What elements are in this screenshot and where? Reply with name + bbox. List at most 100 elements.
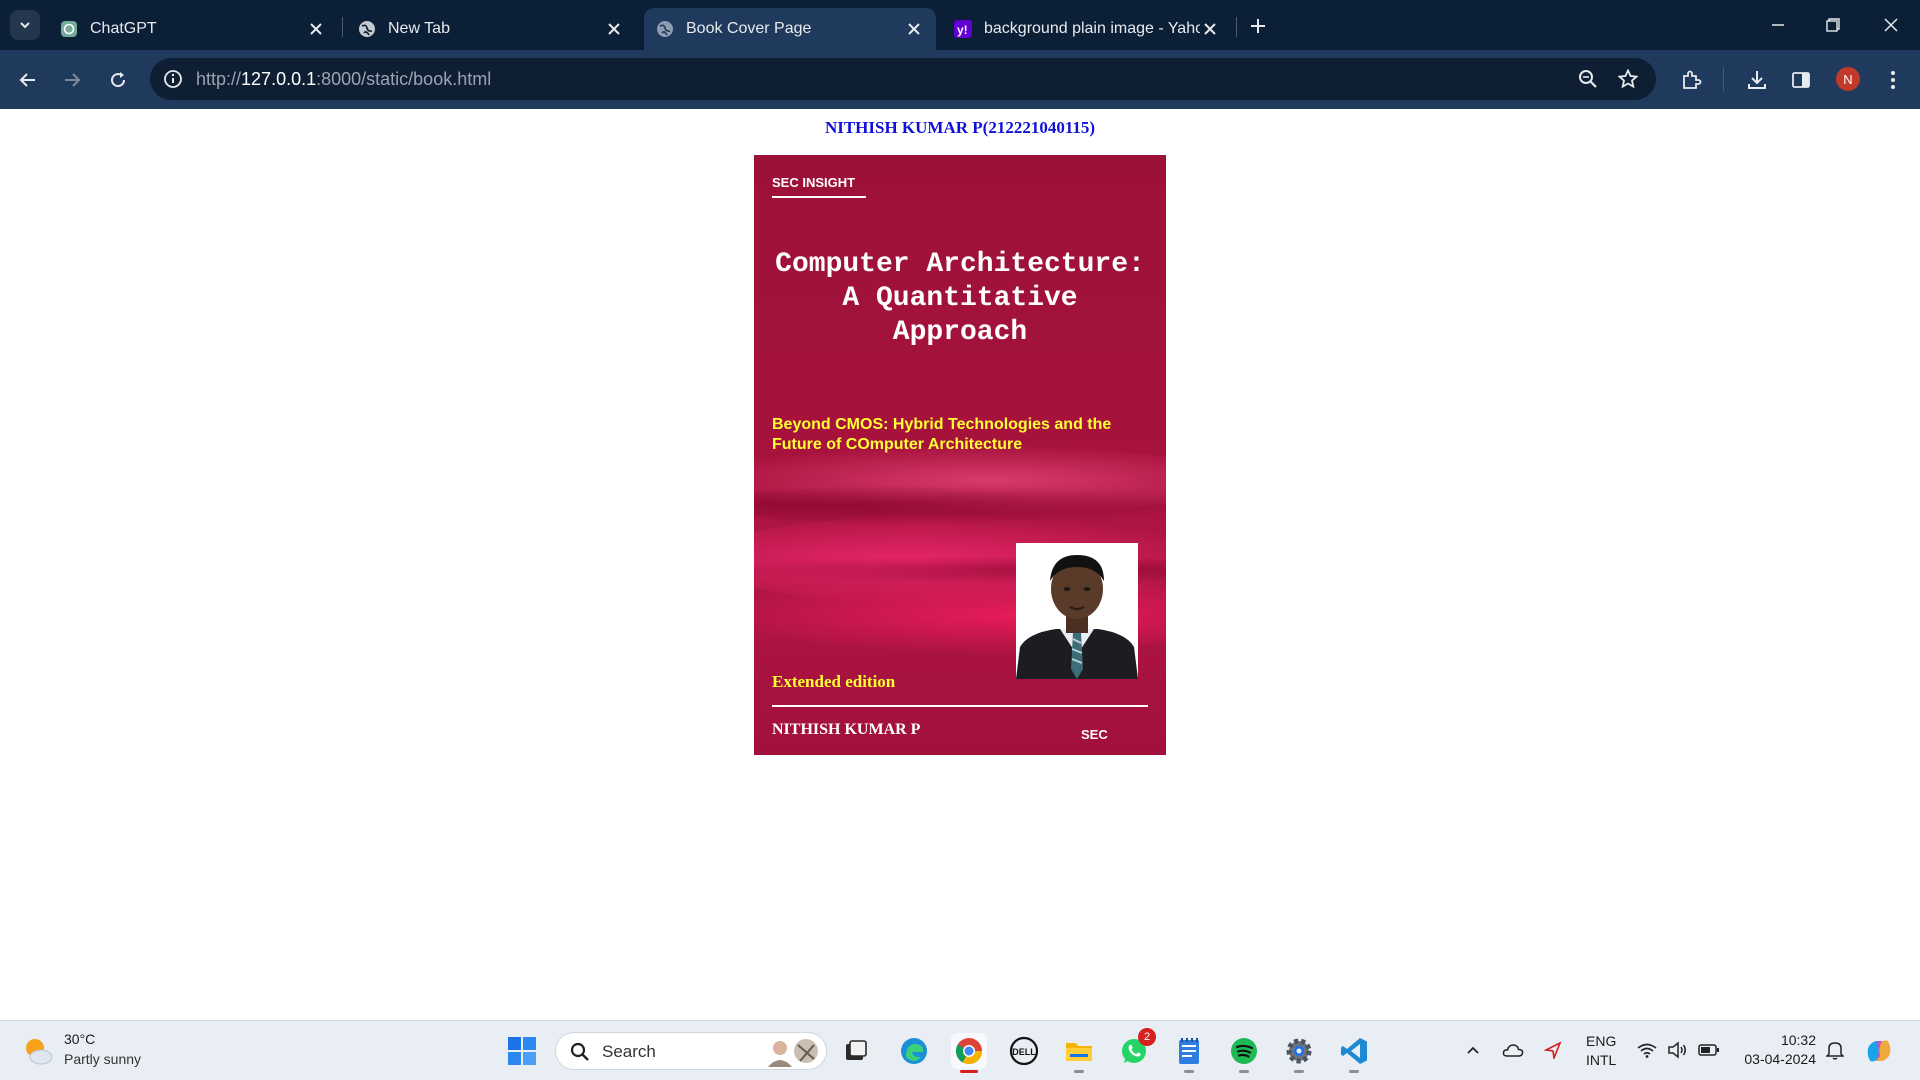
running-app-indicator <box>1184 1070 1194 1073</box>
arrow-right-icon <box>65 73 81 87</box>
download-icon[interactable] <box>1744 67 1770 93</box>
back-button[interactable] <box>12 64 44 96</box>
address-bar[interactable]: http://127.0.0.1:8000/static/book.html <box>150 58 1656 100</box>
close-icon[interactable] <box>904 19 924 39</box>
weather-partly-sunny-icon[interactable] <box>22 1035 54 1067</box>
chatgpt-icon <box>60 20 78 38</box>
search-highlight-image <box>768 1039 818 1067</box>
tab-search-button[interactable] <box>10 10 40 40</box>
spotify-icon <box>1231 1038 1257 1064</box>
chrome-icon <box>955 1038 983 1065</box>
tab-new-tab[interactable]: New Tab <box>346 8 636 50</box>
battery-icon[interactable] <box>1698 1039 1720 1061</box>
tab-separator <box>1236 17 1237 37</box>
reload-button[interactable] <box>102 64 134 96</box>
restore-button[interactable] <box>1813 10 1853 40</box>
cover-divider <box>772 705 1148 707</box>
weather-temperature[interactable]: 30°C <box>64 1031 95 1047</box>
spotify-button[interactable] <box>1226 1033 1262 1073</box>
chrome-browser-button[interactable] <box>951 1033 987 1073</box>
cover-publisher-mark: SEC <box>1081 727 1108 742</box>
close-icon[interactable] <box>306 19 326 39</box>
whatsapp-button[interactable]: 2 <box>1116 1028 1156 1069</box>
side-panel-icon[interactable] <box>1788 67 1814 93</box>
wifi-icon[interactable] <box>1636 1039 1658 1061</box>
volume-icon[interactable] <box>1666 1039 1688 1061</box>
keyboard-layout: INTL <box>1586 1052 1617 1068</box>
start-button[interactable] <box>504 1033 540 1069</box>
show-hidden-icons-chevron-up-icon[interactable] <box>1462 1039 1484 1061</box>
url-text[interactable]: http://127.0.0.1:8000/static/book.html <box>196 69 491 90</box>
cover-edition: Extended edition <box>772 672 896 691</box>
tab-label: New Tab <box>388 20 450 37</box>
tab-label: Book Cover Page <box>686 20 812 37</box>
bookmark-star-icon[interactable] <box>1616 67 1640 91</box>
tab-yahoo-search[interactable]: y! background plain image - Yahoo <box>942 8 1232 50</box>
notepad-icon <box>1179 1038 1199 1064</box>
notification-badge: 2 <box>1138 1028 1156 1046</box>
globe-icon <box>358 20 376 38</box>
weather-description[interactable]: Partly sunny <box>64 1051 141 1067</box>
search-placeholder: Search <box>602 1042 656 1061</box>
running-app-indicator <box>1074 1070 1084 1073</box>
minimize-button[interactable] <box>1758 10 1798 40</box>
vscode-button[interactable] <box>1336 1033 1372 1073</box>
reload-icon <box>111 72 126 88</box>
taskbar-search-box[interactable]: Search <box>555 1032 827 1070</box>
notepad-button[interactable] <box>1171 1033 1207 1073</box>
tab-separator <box>342 17 343 37</box>
task-view-icon <box>846 1040 867 1060</box>
extensions-icon[interactable] <box>1678 67 1704 93</box>
taskbar: 30°C Partly sunny Search DELL 2 ENG INTL… <box>0 1020 1920 1080</box>
close-icon[interactable] <box>604 19 624 39</box>
clock-time: 10:32 <box>1780 1032 1816 1048</box>
language-code: ENG <box>1586 1033 1617 1049</box>
running-app-indicator <box>1349 1070 1359 1073</box>
browser-toolbar: http://127.0.0.1:8000/static/book.html <box>0 50 1920 109</box>
notification-bell-icon[interactable] <box>1824 1039 1846 1061</box>
new-tab-button[interactable] <box>1244 12 1272 40</box>
tab-strip: ChatGPT New Tab Book Cover Page y! backg… <box>0 0 1920 50</box>
restore-icon <box>1826 18 1840 32</box>
copilot-icon[interactable] <box>1864 1036 1894 1066</box>
windows-icon <box>508 1037 536 1065</box>
site-info-icon[interactable] <box>162 68 184 90</box>
arrow-left-icon <box>19 73 35 87</box>
minimize-icon <box>1772 24 1784 26</box>
cover-author: NITHISH KUMAR P <box>772 721 921 738</box>
tab-label: background plain image - Yahoo <box>984 20 1200 37</box>
file-explorer-button[interactable] <box>1061 1033 1097 1073</box>
zoom-icon[interactable] <box>1576 67 1600 91</box>
yahoo-icon: y! <box>954 20 972 38</box>
svg-text:y!: y! <box>957 23 968 37</box>
gear-icon <box>1286 1038 1312 1064</box>
page-heading: NITHISH KUMAR P(212221040115) <box>824 118 1096 137</box>
forward-button[interactable] <box>56 64 88 96</box>
input-language-indicator[interactable]: ENG INTL <box>1586 1032 1616 1070</box>
tab-book-cover-page[interactable]: Book Cover Page <box>644 8 936 50</box>
dell-app-button[interactable]: DELL <box>1006 1033 1042 1069</box>
vscode-icon <box>1341 1038 1367 1064</box>
location-arrow-icon[interactable] <box>1542 1039 1564 1061</box>
profile-avatar[interactable]: N <box>1836 67 1860 91</box>
tab-chatgpt[interactable]: ChatGPT <box>48 8 338 50</box>
url-scheme: http:// <box>196 69 242 89</box>
tab-label: ChatGPT <box>90 20 157 37</box>
active-app-indicator <box>960 1070 978 1073</box>
cover-subtitle: Beyond CMOS: Hybrid Technologies and the… <box>772 416 1112 453</box>
close-icon[interactable] <box>1200 19 1220 39</box>
more-options-icon[interactable] <box>1880 67 1906 93</box>
svg-text:DELL: DELL <box>1012 1047 1036 1057</box>
search-icon <box>570 1042 589 1061</box>
toolbar-separator <box>1723 67 1724 91</box>
close-icon <box>1884 18 1898 32</box>
dell-icon: DELL <box>1009 1036 1039 1066</box>
url-path: :8000/static/book.html <box>316 69 492 89</box>
cover-title: Computer Architecture: A Quantitative Ap… <box>775 249 1145 348</box>
onedrive-cloud-icon[interactable] <box>1502 1039 1524 1061</box>
task-view-button[interactable] <box>838 1033 874 1069</box>
edge-browser-button[interactable] <box>896 1033 932 1069</box>
settings-button[interactable] <box>1281 1033 1317 1073</box>
system-clock[interactable]: 10:32 03-04-2024 <box>1734 1031 1816 1069</box>
close-window-button[interactable] <box>1871 10 1911 40</box>
